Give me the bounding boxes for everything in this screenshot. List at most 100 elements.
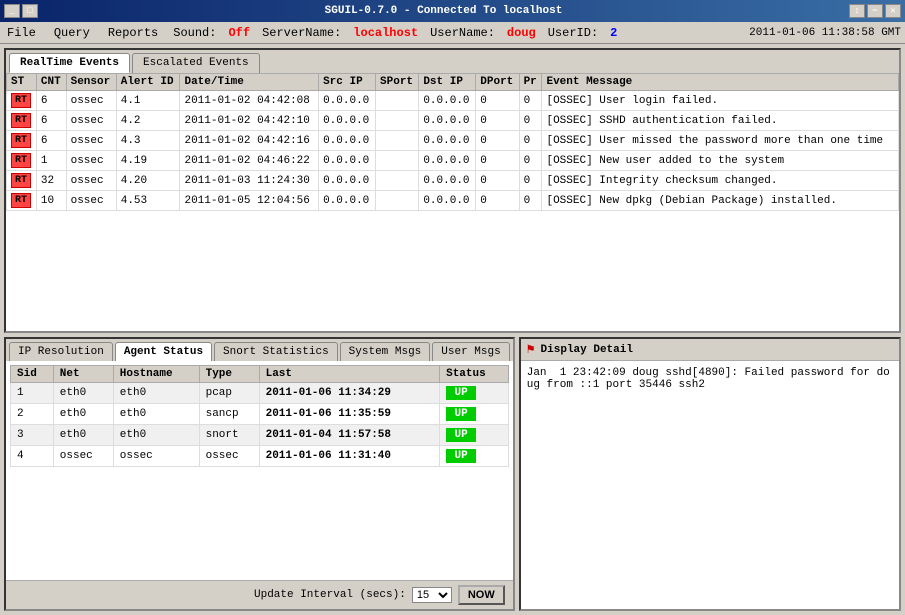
- col-src-ip: Src IP: [319, 74, 376, 91]
- events-table-wrapper: ST CNT Sensor Alert ID Date/Time Src IP …: [6, 73, 899, 331]
- menu-query[interactable]: Query: [51, 25, 93, 41]
- cell-st: RT: [7, 91, 37, 111]
- cell-st: RT: [7, 151, 37, 171]
- cell-message: [OSSEC] User missed the password more th…: [542, 131, 899, 151]
- cell-alert-id: 4.20: [116, 171, 180, 191]
- cell-sport: [376, 171, 419, 191]
- tab-agent-status[interactable]: Agent Status: [115, 342, 212, 361]
- agent-cell-status: UP: [440, 383, 509, 404]
- table-row[interactable]: RT 6 ossec 4.2 2011-01-02 04:42:10 0.0.0…: [7, 111, 899, 131]
- col-sport: SPort: [376, 74, 419, 91]
- cell-pr: 0: [519, 111, 542, 131]
- cell-dst-ip: 0.0.0.0: [419, 171, 476, 191]
- table-row[interactable]: RT 32 ossec 4.20 2011-01-03 11:24:30 0.0…: [7, 171, 899, 191]
- cell-pr: 0: [519, 131, 542, 151]
- cell-st: RT: [7, 191, 37, 211]
- cell-src-ip: 0.0.0.0: [319, 191, 376, 211]
- agent-cell-last: 2011-01-06 11:35:59: [259, 404, 440, 425]
- sound-label: Sound:: [173, 26, 216, 40]
- cell-src-ip: 0.0.0.0: [319, 111, 376, 131]
- menu-bar: File Query Reports Sound: Off ServerName…: [0, 22, 905, 44]
- tab-snort-statistics[interactable]: Snort Statistics: [214, 342, 338, 361]
- cell-cnt: 6: [36, 111, 66, 131]
- cell-alert-id: 4.1: [116, 91, 180, 111]
- cell-cnt: 6: [36, 91, 66, 111]
- cell-st: RT: [7, 131, 37, 151]
- agent-table-header-row: Sid Net Hostname Type Last Status: [11, 366, 509, 383]
- cell-pr: 0: [519, 151, 542, 171]
- window-min-button2[interactable]: −: [867, 4, 883, 18]
- cell-st: RT: [7, 171, 37, 191]
- user-id-value: 2: [610, 26, 617, 40]
- display-detail-content: Jan 1 23:42:09 doug sshd[4890]: Failed p…: [521, 361, 899, 609]
- cell-pr: 0: [519, 171, 542, 191]
- cell-datetime: 2011-01-05 12:04:56: [180, 191, 319, 211]
- cell-pr: 0: [519, 91, 542, 111]
- agent-cell-hostname: eth0: [113, 404, 199, 425]
- agent-cell-status: UP: [440, 425, 509, 446]
- col-cnt: CNT: [36, 74, 66, 91]
- window-maximize-button[interactable]: □: [22, 4, 38, 18]
- display-detail-header: ⚑ Display Detail: [521, 339, 899, 361]
- agent-cell-hostname: eth0: [113, 425, 199, 446]
- title-bar: _ □ SGUIL-0.7.0 - Connected To localhost…: [0, 0, 905, 22]
- agent-cell-sid: 1: [11, 383, 54, 404]
- col-st: ST: [7, 74, 37, 91]
- window-minimize-button[interactable]: _: [4, 4, 20, 18]
- cell-dport: 0: [476, 151, 519, 171]
- cell-dport: 0: [476, 171, 519, 191]
- agent-col-status: Status: [440, 366, 509, 383]
- window-close-button[interactable]: ✕: [885, 4, 901, 18]
- table-row[interactable]: RT 1 ossec 4.19 2011-01-02 04:46:22 0.0.…: [7, 151, 899, 171]
- cell-cnt: 6: [36, 131, 66, 151]
- list-item[interactable]: 4 ossec ossec ossec 2011-01-06 11:31:40 …: [11, 446, 509, 467]
- table-row[interactable]: RT 6 ossec 4.3 2011-01-02 04:42:16 0.0.0…: [7, 131, 899, 151]
- tab-escalated-events[interactable]: Escalated Events: [132, 53, 260, 73]
- server-name-label: ServerName:: [262, 26, 341, 40]
- cell-st: RT: [7, 111, 37, 131]
- cell-sport: [376, 191, 419, 211]
- display-detail-icon: ⚑: [527, 342, 535, 357]
- cell-datetime: 2011-01-02 04:42:08: [180, 91, 319, 111]
- agent-cell-last: 2011-01-04 11:57:58: [259, 425, 440, 446]
- cell-message: [OSSEC] New user added to the system: [542, 151, 899, 171]
- now-button[interactable]: NOW: [458, 585, 505, 605]
- tab-ip-resolution[interactable]: IP Resolution: [9, 342, 113, 361]
- table-row[interactable]: RT 6 ossec 4.1 2011-01-02 04:42:08 0.0.0…: [7, 91, 899, 111]
- tab-user-msgs[interactable]: User Msgs: [432, 342, 509, 361]
- agent-cell-last: 2011-01-06 11:31:40: [259, 446, 440, 467]
- interval-select[interactable]: 15 30 60: [412, 587, 452, 603]
- table-row[interactable]: RT 10 ossec 4.53 2011-01-05 12:04:56 0.0…: [7, 191, 899, 211]
- cell-sensor: ossec: [66, 131, 116, 151]
- list-item[interactable]: 2 eth0 eth0 sancp 2011-01-06 11:35:59 UP: [11, 404, 509, 425]
- menu-reports[interactable]: Reports: [105, 25, 161, 41]
- col-dst-ip: Dst IP: [419, 74, 476, 91]
- user-id-label: UserID:: [548, 26, 598, 40]
- cell-sensor: ossec: [66, 111, 116, 131]
- list-item[interactable]: 1 eth0 eth0 pcap 2011-01-06 11:34:29 UP: [11, 383, 509, 404]
- cell-alert-id: 4.3: [116, 131, 180, 151]
- main-content: RealTime Events Escalated Events ST CNT …: [0, 44, 905, 615]
- window-restore-button[interactable]: ↕: [849, 4, 865, 18]
- agent-cell-sid: 3: [11, 425, 54, 446]
- cell-datetime: 2011-01-02 04:42:16: [180, 131, 319, 151]
- cell-message: [OSSEC] New dpkg (Debian Package) instal…: [542, 191, 899, 211]
- bottom-controls: Update Interval (secs): 15 30 60 NOW: [6, 580, 513, 609]
- server-name-value: localhost: [353, 26, 418, 40]
- cell-message: [OSSEC] User login failed.: [542, 91, 899, 111]
- agent-col-hostname: Hostname: [113, 366, 199, 383]
- tab-realtime-events[interactable]: RealTime Events: [9, 53, 130, 73]
- menu-file[interactable]: File: [4, 25, 39, 41]
- cell-sensor: ossec: [66, 151, 116, 171]
- agent-cell-net: eth0: [53, 425, 113, 446]
- cell-sensor: ossec: [66, 191, 116, 211]
- agent-col-type: Type: [199, 366, 259, 383]
- cell-pr: 0: [519, 191, 542, 211]
- list-item[interactable]: 3 eth0 eth0 snort 2011-01-04 11:57:58 UP: [11, 425, 509, 446]
- agent-table: Sid Net Hostname Type Last Status 1 eth0…: [10, 365, 509, 467]
- cell-datetime: 2011-01-02 04:42:10: [180, 111, 319, 131]
- sound-value: Off: [228, 26, 250, 40]
- bottom-area: IP Resolution Agent Status Snort Statist…: [4, 337, 901, 611]
- tab-system-msgs[interactable]: System Msgs: [340, 342, 431, 361]
- agent-cell-type: sancp: [199, 404, 259, 425]
